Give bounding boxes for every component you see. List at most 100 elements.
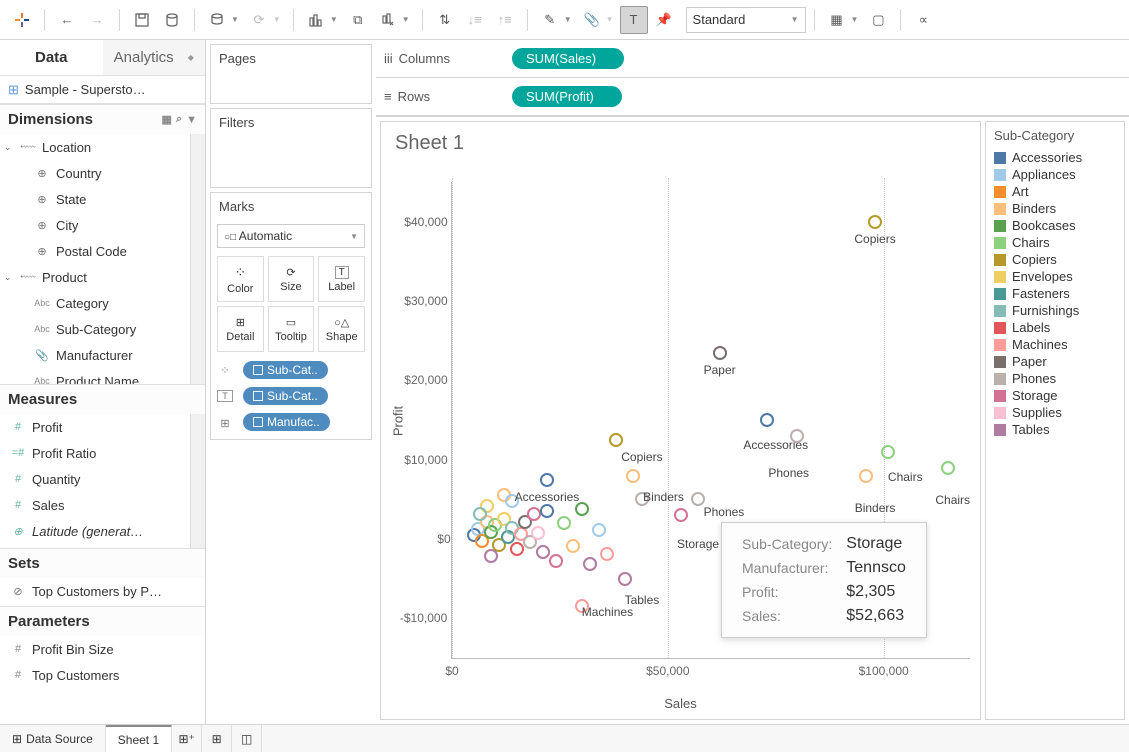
duplicate-icon[interactable]: ⧉	[344, 6, 372, 34]
clear-icon[interactable]	[374, 6, 402, 34]
mark-color-button[interactable]: ⁘Color	[217, 256, 264, 302]
rows-shelf[interactable]: ≡Rows SUM(Profit)	[376, 78, 1129, 116]
data-point[interactable]	[760, 413, 774, 427]
mark-label-button[interactable]: TLabel	[318, 256, 365, 302]
search-icon[interactable]: ⌕	[176, 113, 182, 126]
dim-category[interactable]: AbcCategory	[0, 290, 205, 316]
set-topcustomers[interactable]: ⊘Top Customers by P…	[0, 578, 205, 604]
legend-item[interactable]: Copiers	[990, 251, 1120, 268]
tableau-logo-icon[interactable]	[8, 6, 36, 34]
dim-country[interactable]: Country	[0, 160, 205, 186]
measure-profit[interactable]: #Profit	[0, 414, 205, 440]
data-point[interactable]	[600, 547, 614, 561]
data-point[interactable]	[566, 539, 580, 553]
data-point[interactable]	[859, 469, 873, 483]
new-worksheet-icon[interactable]	[302, 6, 330, 34]
legend-item[interactable]: Binders	[990, 200, 1120, 217]
swap-icon[interactable]: ⇅	[431, 6, 459, 34]
data-point[interactable]	[527, 507, 541, 521]
tab-data[interactable]: Data	[0, 40, 103, 75]
view-list-icon[interactable]: ▦	[162, 113, 172, 126]
chart-viewport[interactable]: Sheet 1 Profit Sales -$10,000$0$10,000$2…	[380, 121, 981, 720]
legend-item[interactable]: Paper	[990, 353, 1120, 370]
tab-analytics[interactable]: Analytics◆	[103, 40, 206, 75]
new-story-icon[interactable]: ◫	[232, 725, 262, 752]
legend-item[interactable]: Furnishings	[990, 302, 1120, 319]
new-sheet-icon[interactable]: ⊞⁺	[172, 725, 202, 752]
dim-state[interactable]: State	[0, 186, 205, 212]
legend-item[interactable]: Bookcases	[990, 217, 1120, 234]
marks-pill-subcat-label[interactable]: Sub-Cat..	[243, 387, 328, 405]
data-point[interactable]	[790, 429, 804, 443]
dim-location[interactable]: ⌄⬳Location	[0, 134, 205, 160]
data-point[interactable]	[609, 433, 623, 447]
legend-item[interactable]: Envelopes	[990, 268, 1120, 285]
refresh-icon[interactable]: ⟳	[245, 6, 273, 34]
data-point[interactable]	[713, 346, 727, 360]
tab-sheet1[interactable]: Sheet 1	[106, 725, 172, 752]
autoupdate-icon[interactable]	[203, 6, 231, 34]
data-point[interactable]	[540, 504, 554, 518]
dim-product[interactable]: ⌄⬳Product	[0, 264, 205, 290]
legend-item[interactable]: Appliances	[990, 166, 1120, 183]
data-point[interactable]	[549, 554, 563, 568]
show-labels-icon[interactable]: T	[620, 6, 648, 34]
dim-manufacturer[interactable]: 📎Manufacturer	[0, 342, 205, 368]
measure-sales[interactable]: #Sales	[0, 492, 205, 518]
measure-quantity[interactable]: #Quantity	[0, 466, 205, 492]
data-point[interactable]	[868, 215, 882, 229]
data-point[interactable]	[531, 526, 545, 540]
legend-item[interactable]: Phones	[990, 370, 1120, 387]
legend-item[interactable]: Accessories	[990, 149, 1120, 166]
legend-item[interactable]: Storage	[990, 387, 1120, 404]
data-point[interactable]	[484, 549, 498, 563]
marks-pill-subcat-color[interactable]: Sub-Cat..	[243, 361, 328, 379]
legend-item[interactable]: Labels	[990, 319, 1120, 336]
marks-type-dropdown[interactable]: ○□ Automatic▼	[217, 224, 365, 248]
legend-item[interactable]: Art	[990, 183, 1120, 200]
data-point[interactable]	[540, 473, 554, 487]
new-dashboard-icon[interactable]: ⊞	[202, 725, 232, 752]
share-icon[interactable]: ∝	[909, 6, 937, 34]
back-icon[interactable]: ←	[53, 6, 81, 34]
data-point[interactable]	[557, 516, 571, 530]
param-profitbin[interactable]: #Profit Bin Size	[0, 636, 205, 662]
dim-city[interactable]: City	[0, 212, 205, 238]
group-icon[interactable]: 📎	[578, 6, 606, 34]
rows-pill[interactable]: SUM(Profit)	[512, 86, 622, 107]
tab-datasource[interactable]: ⊞Data Source	[0, 725, 106, 752]
sort-asc-icon[interactable]: ↓≡	[461, 6, 489, 34]
mark-shape-button[interactable]: ○△Shape	[318, 306, 365, 352]
data-point[interactable]	[618, 572, 632, 586]
mark-tooltip-button[interactable]: ▭Tooltip	[268, 306, 315, 352]
pin-icon[interactable]: 📌	[650, 6, 678, 34]
data-point[interactable]	[626, 469, 640, 483]
show-me-icon[interactable]: ▦	[823, 6, 851, 34]
data-point[interactable]	[592, 523, 606, 537]
save-icon[interactable]	[128, 6, 156, 34]
legend-item[interactable]: Fasteners	[990, 285, 1120, 302]
dim-productname[interactable]: AbcProduct Name	[0, 368, 205, 384]
datasource-row[interactable]: ⊞ Sample - Supersto…	[0, 76, 205, 104]
color-legend[interactable]: Sub-Category AccessoriesAppliancesArtBin…	[985, 121, 1125, 720]
data-point[interactable]	[691, 492, 705, 506]
param-topcust[interactable]: #Top Customers	[0, 662, 205, 688]
data-point[interactable]	[473, 507, 487, 521]
pages-card[interactable]: Pages	[210, 44, 372, 104]
data-point[interactable]	[674, 508, 688, 522]
legend-item[interactable]: Tables	[990, 421, 1120, 438]
data-point[interactable]	[941, 461, 955, 475]
dim-subcategory[interactable]: AbcSub-Category	[0, 316, 205, 342]
forward-icon[interactable]: →	[83, 6, 111, 34]
mark-size-button[interactable]: ⟳Size	[268, 256, 315, 302]
presentation-icon[interactable]: ▢	[864, 6, 892, 34]
measure-profitratio[interactable]: =#Profit Ratio	[0, 440, 205, 466]
legend-item[interactable]: Supplies	[990, 404, 1120, 421]
fit-dropdown[interactable]: Standard▼	[686, 7, 806, 33]
highlight-icon[interactable]: ✎	[536, 6, 564, 34]
columns-shelf[interactable]: iiiColumns SUM(Sales)	[376, 40, 1129, 78]
data-point[interactable]	[583, 557, 597, 571]
data-point[interactable]	[881, 445, 895, 459]
marks-pill-manuf[interactable]: Manufac..	[243, 413, 330, 431]
measure-latitude[interactable]: Latitude (generat…	[0, 518, 205, 544]
